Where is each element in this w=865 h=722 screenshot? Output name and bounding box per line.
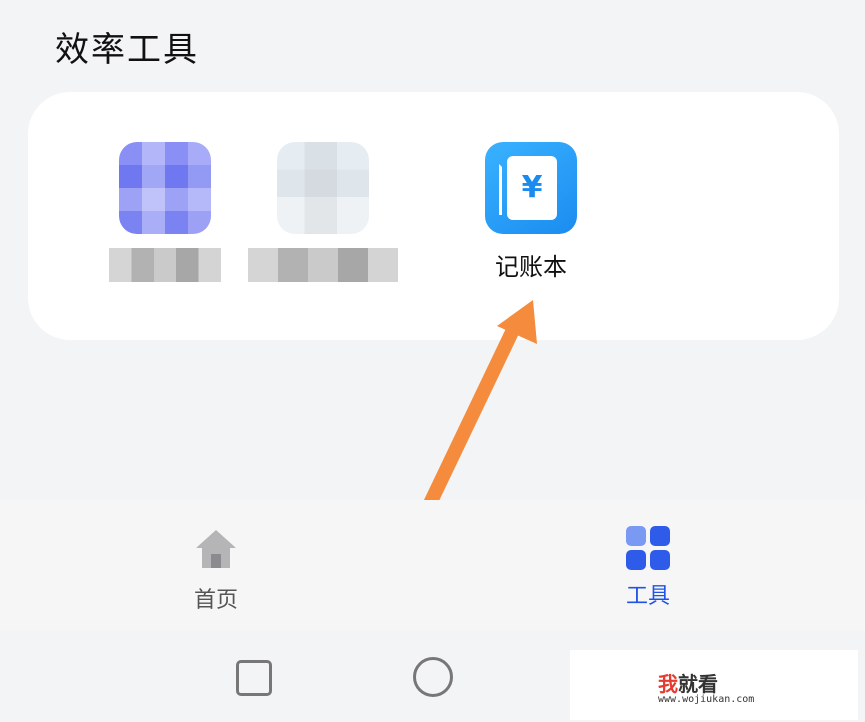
recent-apps-button[interactable] [236, 660, 272, 696]
watermark-brand: 我就看 [658, 672, 718, 696]
watermark-url: www.wojiukan.com [658, 694, 755, 705]
blurred-app-icon [119, 142, 211, 234]
tool-item-blurred-2[interactable] [248, 142, 398, 282]
bottom-navigation-bar: 首页 工具 [0, 500, 865, 630]
home-button[interactable] [413, 657, 453, 697]
grid-apps-icon [626, 526, 670, 570]
nav-tab-home[interactable]: 首页 [156, 526, 276, 614]
tool-label-ledger: 记账本 [495, 253, 567, 281]
nav-label-home: 首页 [193, 588, 238, 613]
blurred-tool-label [109, 248, 221, 282]
watermark-logo: 我就看 www.wojiukan.com [570, 650, 858, 720]
tools-card: ¥ 记账本 [28, 92, 839, 340]
home-icon [196, 530, 236, 568]
nav-label-tools: 工具 [625, 584, 670, 609]
blurred-app-icon [277, 142, 369, 234]
yuan-symbol: ¥ [507, 156, 557, 220]
page-title: 效率工具 [55, 30, 199, 70]
tool-item-ledger[interactable]: ¥ 记账本 [456, 142, 606, 284]
blurred-tool-label [248, 248, 398, 282]
nav-tab-tools[interactable]: 工具 [588, 526, 708, 610]
tool-item-blurred-1[interactable] [90, 142, 240, 282]
ledger-yuan-icon: ¥ [485, 142, 577, 234]
